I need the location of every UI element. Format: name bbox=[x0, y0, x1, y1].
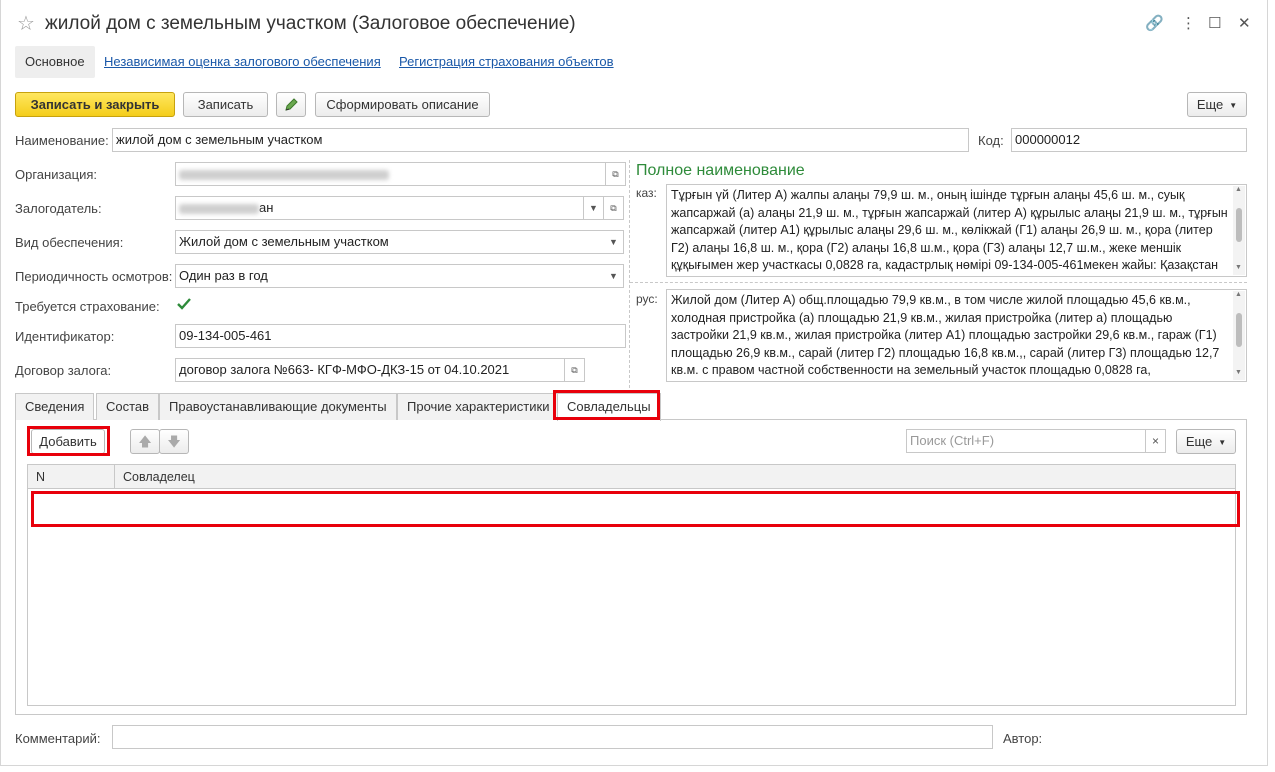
open-organization-icon[interactable]: ⧉ bbox=[606, 162, 626, 186]
contract-label: Договор залога: bbox=[15, 363, 112, 378]
rus-label: рус: bbox=[636, 292, 658, 306]
close-icon[interactable]: ✕ bbox=[1238, 14, 1251, 32]
kaz-fullname-textarea[interactable]: Тұрғын үй (Литер А) жалпы алаңы 79,9 ш. … bbox=[666, 184, 1247, 277]
rus-scroll-thumb[interactable] bbox=[1236, 313, 1242, 347]
kaz-scrollbar[interactable]: ▲ ▼ bbox=[1233, 186, 1245, 275]
identifier-label: Идентификатор: bbox=[15, 329, 115, 344]
inspection-period-dropdown-icon[interactable]: ▼ bbox=[604, 264, 624, 288]
comment-label: Комментарий: bbox=[15, 731, 101, 746]
window-title: жилой дом с земельным участком (Залогово… bbox=[45, 13, 576, 34]
organization-input[interactable] bbox=[175, 162, 606, 186]
insurance-checkbox[interactable] bbox=[176, 296, 192, 312]
insurance-label: Требуется страхование: bbox=[15, 299, 160, 314]
more-button[interactable]: Еще ▼ bbox=[1187, 92, 1247, 117]
pledger-value-suffix: ан bbox=[259, 200, 274, 215]
chevron-down-icon: ▼ bbox=[1229, 101, 1238, 111]
nav-link-valuation[interactable]: Независимая оценка залогового обеспечени… bbox=[94, 46, 391, 78]
security-type-select[interactable]: Жилой дом с земельным участком bbox=[175, 230, 606, 254]
scroll-down-icon[interactable]: ▼ bbox=[1235, 369, 1242, 376]
security-type-dropdown-icon[interactable]: ▼ bbox=[604, 230, 624, 254]
scroll-down-icon[interactable]: ▼ bbox=[1235, 264, 1242, 271]
security-type-label: Вид обеспечения: bbox=[15, 235, 124, 250]
scroll-up-icon[interactable]: ▲ bbox=[1235, 291, 1242, 298]
coowners-table-header: N Совладелец bbox=[27, 464, 1236, 489]
open-contract-icon[interactable]: ⧉ bbox=[565, 358, 585, 382]
more-actions-icon[interactable]: ⋮ bbox=[1181, 14, 1196, 32]
scroll-up-icon[interactable]: ▲ bbox=[1235, 186, 1242, 193]
rus-scrollbar[interactable]: ▲ ▼ bbox=[1233, 291, 1245, 380]
favorite-star-icon[interactable]: ☆ bbox=[17, 11, 35, 36]
name-label: Наименование: bbox=[15, 133, 109, 148]
kaz-fullname-text: Тұрғын үй (Литер А) жалпы алаңы 79,9 ш. … bbox=[671, 188, 1228, 276]
contract-input[interactable]: договор залога №663- КГФ-МФО-ДКЗ-15 от 0… bbox=[175, 358, 565, 382]
divider bbox=[629, 160, 630, 388]
chevron-down-icon: ▼ bbox=[1218, 438, 1227, 448]
nav-link-insurance[interactable]: Регистрация страхования объектов bbox=[389, 46, 624, 78]
nav-tab-main[interactable]: Основное bbox=[15, 46, 95, 78]
comment-input[interactable] bbox=[112, 725, 993, 749]
rus-fullname-textarea[interactable]: Жилой дом (Литер А) общ.площадью 79,9 кв… bbox=[666, 289, 1247, 382]
generate-description-button[interactable]: Сформировать описание bbox=[315, 92, 490, 117]
code-input[interactable]: 000000012 bbox=[1011, 128, 1247, 152]
search-input[interactable]: Поиск (Ctrl+F) bbox=[906, 429, 1146, 453]
clear-search-icon[interactable]: × bbox=[1146, 429, 1166, 453]
pledger-blurred-value bbox=[179, 203, 259, 214]
edit-pen-icon[interactable] bbox=[276, 92, 306, 117]
pledger-input[interactable]: ан bbox=[175, 196, 584, 220]
kaz-label: каз: bbox=[636, 186, 657, 200]
highlight-add-button bbox=[27, 426, 110, 456]
column-n[interactable]: N bbox=[36, 470, 45, 484]
column-coowner[interactable]: Совладелец bbox=[123, 470, 195, 484]
tab-composition[interactable]: Состав bbox=[96, 393, 160, 420]
divider bbox=[630, 282, 1247, 283]
coowners-more-label: Еще bbox=[1185, 434, 1213, 449]
rus-fullname-text: Жилой дом (Литер А) общ.площадью 79,9 кв… bbox=[671, 293, 1220, 381]
move-up-icon[interactable]: 🡅 bbox=[130, 429, 160, 454]
save-button[interactable]: Записать bbox=[183, 92, 268, 117]
full-name-title: Полное наименование bbox=[636, 162, 805, 179]
move-down-icon[interactable]: 🡇 bbox=[159, 429, 189, 454]
name-input[interactable]: жилой дом с земельным участком bbox=[112, 128, 969, 152]
link-icon[interactable]: 🔗 bbox=[1145, 14, 1164, 32]
save-and-close-button[interactable]: Записать и закрыть bbox=[15, 92, 175, 117]
coowners-more-button[interactable]: Еще ▼ bbox=[1176, 429, 1236, 454]
tab-details[interactable]: Сведения bbox=[15, 393, 95, 420]
inspection-period-label: Периодичность осмотров: bbox=[15, 269, 173, 284]
inspection-period-select[interactable]: Один раз в год bbox=[175, 264, 606, 288]
more-button-label: Еще bbox=[1196, 97, 1224, 112]
organization-label: Организация: bbox=[15, 167, 98, 182]
open-pledger-icon[interactable]: ⧉ bbox=[604, 196, 624, 220]
tab-title-documents[interactable]: Правоустанавливающие документы bbox=[159, 393, 397, 420]
tab-other-characteristics[interactable]: Прочие характеристики bbox=[397, 393, 560, 420]
highlight-tab-coowners bbox=[553, 390, 660, 420]
code-label: Код: bbox=[978, 133, 1004, 148]
maximize-icon[interactable]: ☐ bbox=[1208, 14, 1221, 32]
divider bbox=[114, 465, 115, 489]
highlight-new-row bbox=[31, 491, 1240, 527]
author-label: Автор: bbox=[1003, 731, 1043, 746]
identifier-input[interactable]: 09-134-005-461 bbox=[175, 324, 626, 348]
organization-blurred-value bbox=[179, 169, 389, 180]
pledger-dropdown-icon[interactable]: ▼ bbox=[584, 196, 604, 220]
kaz-scroll-thumb[interactable] bbox=[1236, 208, 1242, 242]
pledger-label: Залогодатель: bbox=[15, 201, 102, 216]
